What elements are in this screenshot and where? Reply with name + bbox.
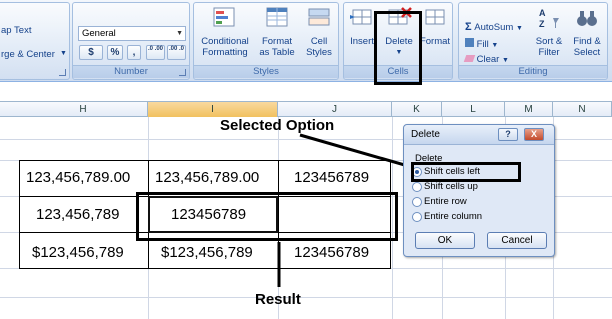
dialog-title: Delete <box>411 129 440 140</box>
cell-styles-label-1: Cell <box>310 36 328 47</box>
format-as-table-label-1: Format <box>261 36 293 47</box>
table-cell-h2[interactable]: 123,456,789 <box>36 206 119 223</box>
format-cells-icon <box>425 9 445 25</box>
format-label: Format <box>419 36 451 47</box>
cancel-button[interactable]: Cancel <box>487 232 547 249</box>
fill-button[interactable]: Fill ▼ <box>465 38 498 50</box>
table-cell-i1[interactable]: 123,456,789.00 <box>155 169 259 186</box>
number-format-value: General <box>82 28 116 39</box>
sort-filter-label-2: Filter <box>538 47 560 58</box>
sort-filter-button[interactable]: A Z Sort & Filter <box>532 6 566 58</box>
table-cell-i3[interactable]: $123,456,789 <box>161 244 253 261</box>
editing-group-label: Editing <box>459 65 607 78</box>
insert-cells-icon <box>350 9 372 25</box>
cell-styles-icon <box>308 8 330 26</box>
autosum-button[interactable]: Σ AutoSum ▼ <box>465 21 523 33</box>
radio-entire-row[interactable] <box>412 197 422 207</box>
number-group: Number <box>72 2 190 80</box>
radio-entire-column[interactable] <box>412 212 422 222</box>
conditional-formatting-icon <box>213 7 235 27</box>
increase-decimal-button[interactable]: .0 .00 <box>146 45 165 60</box>
column-header-j[interactable]: J <box>278 102 392 117</box>
chevron-down-icon: ▼ <box>491 42 499 49</box>
decrease-decimal-button[interactable]: .00 .0 <box>167 45 186 60</box>
selected-option-highlight <box>411 162 521 182</box>
fill-icon <box>465 38 474 47</box>
binoculars-icon <box>577 11 597 26</box>
chevron-down-icon: ▼ <box>515 25 523 32</box>
cell-styles-button[interactable]: Cell Styles <box>301 6 337 58</box>
clear-label: Clear <box>476 54 500 65</box>
radio-shift-cells-up[interactable] <box>412 182 422 192</box>
help-button[interactable]: ? <box>498 128 518 141</box>
svg-text:A: A <box>539 8 546 18</box>
conditional-formatting-label-1: Conditional <box>201 36 249 47</box>
conditional-formatting-label-2: Formatting <box>202 47 248 58</box>
table-cell-h1[interactable]: 123,456,789.00 <box>26 169 130 186</box>
table-cell-j3[interactable]: 123456789 <box>294 244 369 261</box>
option-entire-row[interactable]: Entire row <box>424 196 467 207</box>
column-header-l[interactable]: L <box>442 102 505 117</box>
column-headers: H I J K L M N <box>0 101 612 117</box>
chevron-down-icon: ▼ <box>176 30 183 37</box>
table-cell-j1[interactable]: 123456789 <box>294 169 369 186</box>
merge-dropdown-arrow[interactable]: ▼ <box>60 50 67 57</box>
comma-button[interactable]: , <box>127 45 141 60</box>
fill-label: Fill <box>476 39 489 50</box>
number-group-label: Number <box>73 65 189 78</box>
clear-button[interactable]: Clear ▼ <box>463 54 509 65</box>
close-button[interactable]: X <box>524 128 544 141</box>
currency-button[interactable]: $ <box>79 45 103 60</box>
column-header-i[interactable]: I <box>148 102 278 117</box>
merge-center-button[interactable]: rge & Center <box>1 49 55 60</box>
column-header-k[interactable]: K <box>392 102 442 117</box>
svg-text:Z: Z <box>539 19 545 29</box>
ok-button[interactable]: OK <box>415 232 475 249</box>
column-header-n[interactable]: N <box>553 102 612 117</box>
option-entire-column[interactable]: Entire column <box>424 211 482 222</box>
chevron-down-icon: ▼ <box>501 57 509 64</box>
find-select-label-2: Select <box>573 47 601 58</box>
column-header-m[interactable]: M <box>505 102 553 117</box>
wrap-text-button[interactable]: ap Text <box>1 25 31 36</box>
ribbon: ap Text rge & Center ▼ Number General ▼ … <box>0 0 612 82</box>
dialog-title-bar[interactable]: Delete ? X <box>404 125 554 145</box>
number-launcher[interactable] <box>179 69 186 76</box>
percent-button[interactable]: % <box>107 45 123 60</box>
delete-button-highlight <box>374 11 422 85</box>
autosum-icon: Σ <box>465 21 472 33</box>
format-as-table-button[interactable]: Format as Table <box>255 6 299 58</box>
sort-filter-label-1: Sort & <box>535 36 563 47</box>
result-highlight-box <box>136 192 398 241</box>
autosum-label: AutoSum <box>474 22 514 33</box>
eraser-icon <box>463 55 476 62</box>
find-select-button[interactable]: Find & Select <box>568 6 606 58</box>
column-header-h[interactable]: H <box>19 102 148 117</box>
result-annotation: Result <box>255 291 301 308</box>
format-as-table-label-2: as Table <box>259 47 295 58</box>
option-shift-cells-up[interactable]: Shift cells up <box>424 181 478 192</box>
alignment-launcher[interactable] <box>59 69 66 76</box>
find-select-label-1: Find & <box>573 36 601 47</box>
conditional-formatting-button[interactable]: Conditional Formatting <box>196 6 254 58</box>
selected-option-annotation: Selected Option <box>220 117 335 134</box>
sort-filter-icon: A Z <box>539 8 559 29</box>
number-format-combo[interactable]: General ▼ <box>78 26 186 41</box>
format-button[interactable]: Format <box>419 6 451 47</box>
table-cell-h3[interactable]: $123,456,789 <box>32 244 124 261</box>
alignment-group: ap Text rge & Center ▼ <box>0 2 70 80</box>
cell-styles-label-2: Styles <box>306 47 332 58</box>
styles-group-label: Styles <box>194 65 338 78</box>
delete-dialog: Delete ? X Delete Shift cells left Shift… <box>403 124 555 257</box>
format-as-table-icon <box>266 7 288 27</box>
